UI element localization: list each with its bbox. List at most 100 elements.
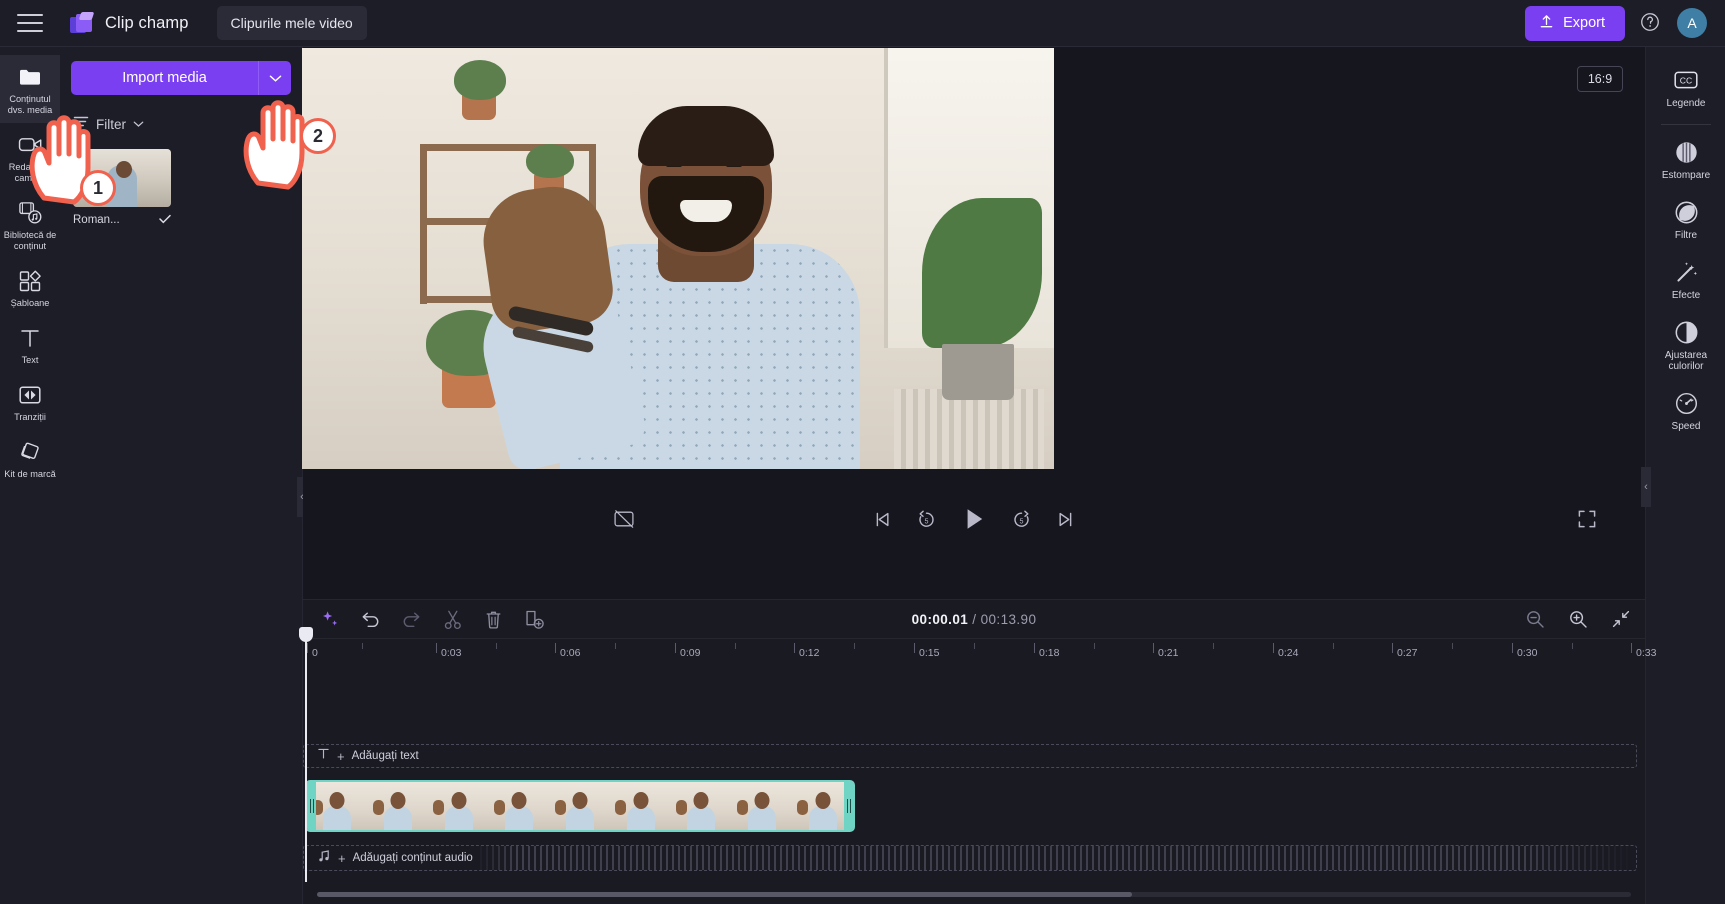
effects-wand-icon [1673,259,1699,285]
sidebar-item-text[interactable]: Text [0,316,60,373]
clipchamp-logo-icon [69,11,95,35]
fullscreen-icon[interactable] [1577,509,1597,529]
sidebar-label-templates: Șabloane [10,298,50,308]
sidebar-label-record: Redare cu camera [8,162,52,183]
sidebar-item-brand-kit[interactable]: Kit de marcă [0,430,60,487]
time-display: 00:00.01 / 00:13.90 [912,612,1037,627]
project-tab[interactable]: Clipurile mele video [216,6,367,40]
zoom-in-icon[interactable] [1567,609,1588,630]
video-clip[interactable] [305,780,855,832]
collapse-right-panel-handle[interactable]: ‹ [1641,467,1651,507]
export-button[interactable]: Export [1525,5,1625,41]
play-button[interactable] [961,506,987,532]
scissors-icon[interactable] [442,609,463,630]
timeline-horizontal-scrollbar[interactable] [317,892,1631,897]
help-circle-icon[interactable] [1639,11,1663,35]
right-item-captions[interactable]: CC Legende [1646,57,1725,117]
skip-to-end-icon[interactable] [1056,510,1075,529]
undo-icon[interactable] [360,609,381,630]
player-controls-bar: 5 5 [303,489,1645,549]
clip-trim-handle-right[interactable] [844,782,853,830]
plus-icon: + [337,748,345,764]
sidebar-label-brand-kit: Kit de marcă [4,469,56,479]
import-media-dropdown-button[interactable] [258,61,291,95]
sidebar-item-content-library[interactable]: Bibliotecă de conținut [0,191,60,259]
captions-off-icon[interactable] [613,509,635,529]
playhead-knob[interactable] [299,627,313,642]
audio-waveform [474,846,1636,870]
redo-icon[interactable] [401,609,422,630]
chevron-down-icon [133,115,144,133]
playhead[interactable] [299,627,313,882]
clip-trim-handle-left[interactable] [307,782,316,830]
filter-icon [73,115,89,133]
sidebar-item-your-media[interactable]: Conținutul dvs. media [0,55,60,123]
color-adjust-icon [1673,319,1699,345]
sort-arrows-icon [272,114,289,134]
captions-cc-icon: CC [1673,67,1699,93]
right-item-filters[interactable]: Filtre [1646,189,1725,249]
text-icon [18,325,43,350]
rail-divider [1660,124,1711,125]
clip-thumbnail-strip [307,782,853,830]
camera-record-icon [18,132,43,157]
forward-5s-icon[interactable]: 5 [1011,509,1032,530]
content-library-icon [18,200,43,225]
right-label-color-adjust: Ajustarea culorilor [1664,350,1708,372]
hamburger-icon[interactable] [17,14,43,32]
total-time: 00:13.90 [980,611,1037,627]
zoom-out-icon[interactable] [1524,609,1545,630]
sidebar-label-content-library: Bibliotecă de conținut [3,230,57,251]
import-media-button[interactable]: Import media [71,61,258,95]
sidebar-item-record[interactable]: Redare cu camera [0,123,60,191]
text-t-icon [317,747,330,765]
brand: Clip champ [69,11,189,35]
chevron-down-icon [269,71,282,86]
svg-text:5: 5 [1020,517,1024,525]
filter-button[interactable]: Filter [73,115,144,133]
filters-circle-icon [1673,199,1699,225]
rewind-5s-icon[interactable]: 5 [916,509,937,530]
clipchamp-editor: Clip champ Clipurile mele video Export A… [0,0,1725,904]
current-time: 00:00.01 [911,611,969,627]
speedometer-icon [1673,390,1699,416]
annotation-badge-1: 1 [80,170,116,206]
svg-text:5: 5 [925,517,929,525]
right-item-color-adjust[interactable]: Ajustarea culorilor [1646,309,1725,380]
left-sidebar: Conținutul dvs. media Redare cu camera B… [0,47,60,904]
right-label-effects: Efecte [1671,290,1701,301]
add-audio-track[interactable]: + Adăugați conținut audio [303,845,1637,871]
right-item-effects[interactable]: Efecte [1646,249,1725,309]
sidebar-label-your-media: Conținutul dvs. media [7,94,53,115]
skip-to-start-icon[interactable] [873,510,892,529]
topbar-actions: Export A [1525,5,1725,41]
add-audio-label: Adăugați conținut audio [352,852,473,864]
timeline: 00:00.01 / 00:13.90 0 0:03 0:06 0:09 0:1… [299,599,1656,904]
right-item-blur[interactable]: Estompare [1646,129,1725,189]
avatar[interactable]: A [1677,8,1707,38]
folder-icon [18,64,43,89]
person-mouth [680,200,732,222]
right-label-filters: Filtre [1674,230,1698,241]
filter-label: Filter [96,116,126,132]
add-text-track[interactable]: + Adăugați text [303,744,1637,768]
aspect-ratio-badge[interactable]: 16:9 [1577,66,1623,92]
svg-text:CC: CC [1680,76,1692,86]
timeline-ruler[interactable]: 0 0:03 0:06 0:09 0:12 0:15 0:18 0:21 0:2… [303,638,1656,666]
timeline-tools [319,609,545,630]
trash-icon[interactable] [483,609,504,630]
sort-button[interactable] [272,114,289,134]
media-filter-row: Filter [73,113,289,135]
sparkle-icon[interactable] [319,609,340,630]
fit-screen-icon[interactable] [1610,609,1631,630]
music-note-icon [317,849,331,868]
blur-icon [1673,139,1699,165]
sidebar-item-transitions[interactable]: Tranziții [0,373,60,430]
radiator-decor [894,389,1044,469]
scrollbar-thumb[interactable] [317,892,1132,897]
video-preview-canvas[interactable] [302,48,1054,469]
media-item-name: Roman... [73,214,120,226]
duplicate-icon[interactable] [524,609,545,630]
right-item-speed[interactable]: Speed [1646,380,1725,440]
sidebar-item-templates[interactable]: Șabloane [0,259,60,316]
